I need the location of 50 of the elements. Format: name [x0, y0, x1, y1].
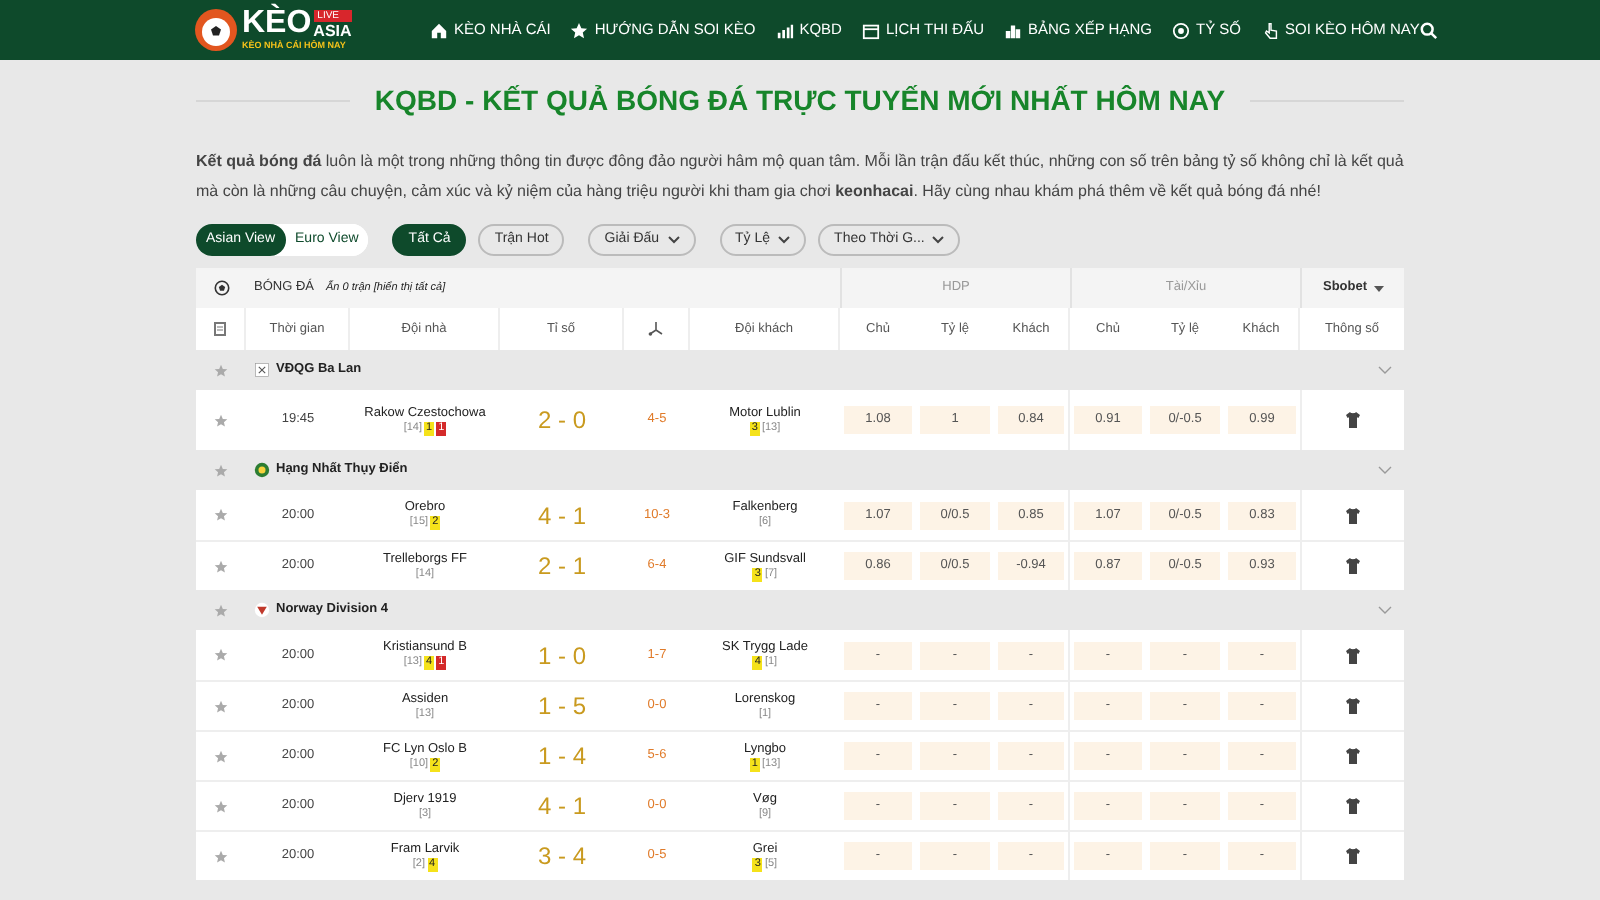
ranking-icon: [1004, 21, 1023, 39]
logo-text: KÈO: [242, 8, 312, 40]
chevron-down-icon[interactable]: [1378, 366, 1392, 374]
shirt-icon[interactable]: [1346, 748, 1360, 764]
chevron-down-icon[interactable]: [1378, 466, 1392, 474]
page-title: KQBD - KẾT QUẢ BÓNG ĐÁ TRỰC TUYẾN MỚI NHẤT HÔM NAY: [374, 82, 1226, 120]
shirt-icon[interactable]: [1346, 507, 1360, 523]
star-icon[interactable]: [214, 559, 228, 573]
star-icon[interactable]: [214, 508, 228, 522]
hand-icon: [1261, 21, 1279, 39]
logo-subtext: ASIA: [313, 22, 352, 40]
match-score: 1 - 4: [535, 740, 588, 774]
search-icon[interactable]: [1419, 21, 1438, 39]
star-icon[interactable]: [214, 749, 228, 763]
match-score: 4 - 1: [535, 790, 588, 824]
star-icon[interactable]: [214, 648, 228, 662]
star-icon[interactable]: [214, 799, 228, 813]
league-flag-icon: [253, 362, 269, 378]
document-icon: [214, 322, 226, 336]
star-icon[interactable]: [214, 463, 228, 477]
match-score: 1 - 0: [535, 639, 588, 673]
shirt-icon[interactable]: [1346, 698, 1360, 714]
shirt-icon[interactable]: [1346, 647, 1360, 663]
intro-paragraph: Kết quả bóng đá luôn là một trong những thông tin được đông đảo người hâm mộ quan tâm. Mỗi lần trận đấu kết thúc, những con số trên bảng tỷ số không chỉ là kết quả mà còn là những câu chuyện, cảm xúc và kỷ niệm của hàng triệu người khi tham gia chơi keonhacai. Hãy cùng nhau khám phá thêm về kết quả bóng đá nhé!: [196, 150, 1404, 204]
calendar-icon: [861, 21, 880, 39]
shirt-icon[interactable]: [1346, 848, 1360, 864]
star-icon[interactable]: [214, 363, 228, 377]
match-score: 1 - 5: [535, 690, 588, 724]
chevron-down-icon[interactable]: [1378, 606, 1392, 614]
home-icon: [430, 21, 448, 39]
league-flag-icon: [253, 462, 269, 478]
ball-icon: [1171, 21, 1190, 39]
match-score: 2 - 1: [535, 550, 588, 584]
match-score: 4 - 1: [535, 499, 588, 533]
ball-icon: [213, 280, 229, 296]
shirt-icon[interactable]: [1346, 412, 1360, 428]
match-score: 2 - 0: [535, 404, 588, 438]
match-score: 3 - 4: [535, 840, 588, 874]
shirt-icon[interactable]: [1346, 798, 1360, 814]
corner-kick-icon: [648, 322, 664, 336]
league-flag-icon: [253, 602, 269, 618]
star-icon[interactable]: [214, 603, 228, 617]
ball-logo-icon: [194, 8, 238, 52]
star-icon[interactable]: [214, 699, 228, 713]
star-icon[interactable]: [214, 413, 228, 427]
star-icon: [570, 21, 589, 39]
shirt-icon[interactable]: [1346, 558, 1360, 574]
chart-icon: [775, 21, 794, 39]
caret-icon: [1373, 285, 1384, 291]
star-icon[interactable]: [214, 849, 228, 863]
